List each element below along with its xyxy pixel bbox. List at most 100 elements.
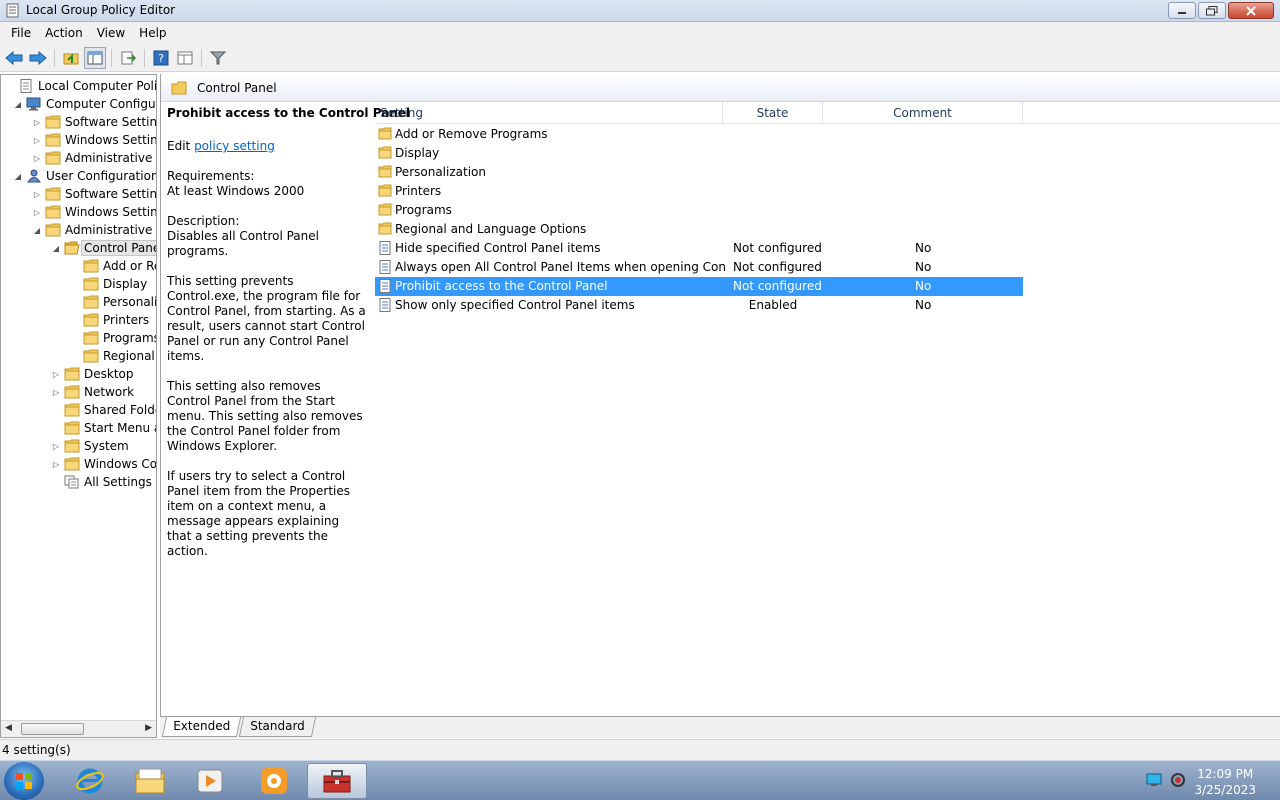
tree-item[interactable]: Printers (70, 311, 149, 329)
tree-item[interactable]: Start Menu ar (51, 419, 156, 437)
filter-button[interactable] (207, 47, 229, 69)
taskbar-media-player[interactable] (182, 763, 238, 799)
scroll-thumb[interactable] (21, 723, 84, 735)
expanded-arrow-icon[interactable]: ◢ (51, 244, 61, 253)
collapsed-arrow-icon[interactable]: ▷ (32, 190, 42, 199)
tree-item[interactable]: ▷ Windows Setting (32, 203, 156, 221)
collapsed-arrow-icon[interactable]: ▷ (32, 154, 42, 163)
tree-item[interactable]: ◢ User Configuration (13, 167, 156, 185)
tree-item[interactable]: Shared Folder (51, 401, 156, 419)
tree-item[interactable]: Local Computer Policy (5, 77, 156, 95)
tree-item[interactable]: ▷ Windows Cor (51, 455, 156, 473)
taskbar-internet-explorer[interactable] (62, 763, 118, 799)
properties-button[interactable] (174, 47, 196, 69)
restore-button[interactable] (1198, 2, 1226, 19)
export-list-icon (121, 51, 136, 64)
list-folder-row[interactable]: Add or Remove Programs (375, 125, 1023, 144)
collapsed-arrow-icon[interactable]: ▷ (51, 388, 61, 397)
window-title: Local Group Policy Editor (26, 3, 176, 17)
tree-item[interactable]: ▷ Software Settings (32, 185, 156, 203)
tree-item-label: Start Menu ar (84, 421, 156, 435)
system-clock[interactable]: 12:09 PM 3/25/2023 (1194, 766, 1256, 798)
start-button[interactable] (4, 762, 44, 800)
policy-setting-icon (379, 260, 391, 274)
setting-name: Add or Remove Programs (395, 127, 548, 141)
tree-item-label: Add or Re (103, 259, 157, 273)
list-folder-row[interactable]: Programs (375, 201, 1023, 220)
scroll-right-arrow-icon[interactable]: ▶ (145, 723, 152, 733)
folder-icon (378, 203, 392, 216)
collapsed-arrow-icon[interactable]: ▷ (51, 460, 61, 469)
expanded-arrow-icon[interactable]: ◢ (13, 100, 23, 109)
column-header-comment[interactable]: Comment (823, 102, 1023, 124)
tree-item[interactable]: All Settings (51, 473, 152, 491)
folder-icon (45, 151, 61, 165)
tree-item[interactable]: ▷ Desktop (51, 365, 134, 383)
menu-help[interactable]: Help (132, 24, 173, 42)
tree-item[interactable]: Display (70, 275, 147, 293)
collapsed-arrow-icon[interactable]: ▷ (32, 118, 42, 127)
collapsed-arrow-icon[interactable]: ▷ (32, 136, 42, 145)
column-header-setting[interactable]: Setting (375, 102, 723, 124)
list-setting-row[interactable]: Prohibit access to the Control Panel Not … (375, 277, 1023, 296)
collapsed-arrow-icon[interactable]: ▷ (51, 442, 61, 451)
folder-icon (83, 313, 99, 327)
volume-muted-icon[interactable] (1170, 772, 1186, 788)
list-folder-row[interactable]: Printers (375, 182, 1023, 201)
list-setting-row[interactable]: Always open All Control Panel Items when… (375, 258, 1023, 277)
setting-comment: No (915, 298, 932, 312)
folder-icon (64, 385, 80, 399)
list-folder-row[interactable]: Display (375, 144, 1023, 163)
tree-item[interactable]: ◢ Administrative Te (32, 221, 156, 239)
taskbar-group-policy-editor[interactable] (307, 763, 367, 799)
tree-item[interactable]: ▷ Network (51, 383, 134, 401)
taskbar-explorer[interactable] (122, 763, 178, 799)
collapsed-arrow-icon[interactable]: ▷ (51, 370, 61, 379)
list-setting-row[interactable]: Hide specified Control Panel items Not co… (375, 239, 1023, 258)
export-list-button[interactable] (117, 47, 139, 69)
tree-item[interactable]: ▷ Software Settings (32, 113, 156, 131)
folder-icon (45, 187, 61, 201)
folder-icon (378, 146, 392, 159)
policy-setting-link[interactable]: policy setting (194, 139, 275, 153)
folder-up-icon (63, 53, 79, 64)
tab-extended[interactable]: Extended (161, 717, 242, 737)
tree-item[interactable]: ▷ Administrative Te (32, 149, 156, 167)
folder-icon (45, 205, 61, 219)
taskbar-uc-browser[interactable] (246, 763, 302, 799)
list-folder-row[interactable]: Regional and Language Options (375, 220, 1023, 239)
list-folder-row[interactable]: Personalization (375, 163, 1023, 182)
tree-item[interactable]: Regional a (70, 347, 156, 365)
forward-button[interactable] (27, 47, 49, 69)
expanded-arrow-icon[interactable]: ◢ (32, 226, 42, 235)
tree-item[interactable]: ◢ Computer Configura (13, 95, 156, 113)
network-monitor-icon[interactable] (1146, 773, 1162, 787)
tree-item[interactable]: Personaliz (70, 293, 156, 311)
show-hide-tree-button[interactable] (84, 46, 106, 69)
back-arrow-icon (5, 50, 23, 65)
tree-item-label: Display (103, 277, 148, 291)
tree-item[interactable]: ▷ Windows Setting (32, 131, 156, 149)
menu-file[interactable]: File (4, 24, 38, 42)
back-button[interactable] (3, 47, 25, 69)
expanded-arrow-icon[interactable]: ◢ (13, 172, 23, 181)
up-one-level-button[interactable] (60, 47, 82, 69)
collapsed-arrow-icon[interactable]: ▷ (32, 208, 42, 217)
minimize-button[interactable] (1168, 2, 1196, 19)
column-header-state[interactable]: State (723, 102, 823, 124)
scroll-left-arrow-icon[interactable]: ◀ (5, 723, 12, 733)
tree-item[interactable]: ▷ System (51, 437, 129, 455)
tree-item[interactable]: Add or Re (70, 257, 157, 275)
list-setting-row[interactable]: Show only specified Control Panel items E… (375, 296, 1023, 315)
setting-state: Not configured (733, 260, 822, 274)
menu-action[interactable]: Action (38, 24, 90, 42)
tree-item[interactable]: Programs (70, 329, 156, 347)
tree-horizontal-scrollbar[interactable]: ◀ ▶ (1, 720, 156, 737)
tree-item[interactable]: ◢ Control Panel (51, 239, 156, 257)
setting-name: Show only specified Control Panel items (395, 298, 635, 312)
tab-standard[interactable]: Standard (238, 717, 316, 737)
close-button[interactable] (1228, 2, 1274, 19)
computer-icon (26, 97, 41, 111)
menu-view[interactable]: View (90, 24, 132, 42)
help-button[interactable]: ? (150, 47, 172, 69)
